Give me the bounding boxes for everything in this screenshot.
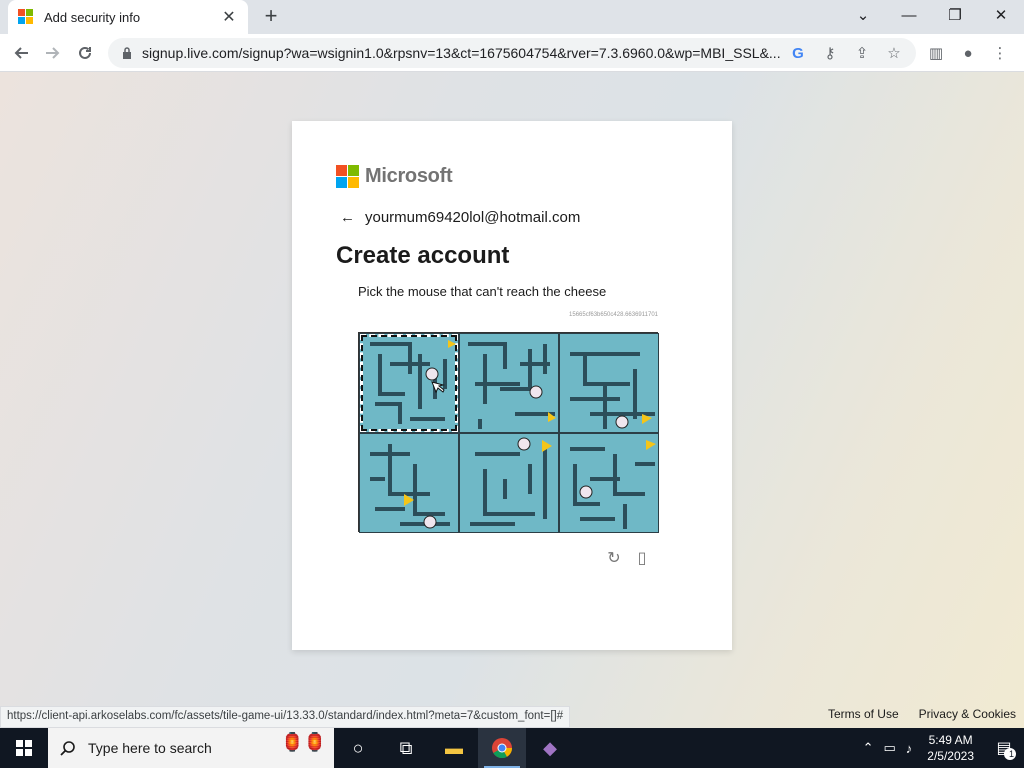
captcha-actions: ↻ ▯: [604, 548, 652, 568]
task-view-icon[interactable]: ⧉: [382, 728, 430, 768]
captcha-tile-1[interactable]: [359, 333, 459, 433]
url-text[interactable]: signup.live.com/signup?wa=wsignin1.0&rps…: [142, 45, 782, 61]
identity-banner[interactable]: ← yourmum69420lol@hotmail.com: [340, 209, 580, 226]
tab-close-icon[interactable]: ✕: [220, 7, 238, 27]
footer-links: Terms of Use Privacy & Cookies: [828, 707, 1016, 721]
new-tab-button[interactable]: +: [259, 5, 283, 29]
captcha-session-id: 15665cf63b650c428.6636911701: [569, 312, 658, 318]
brand-name: Microsoft: [365, 165, 453, 187]
browser-toolbar: signup.live.com/signup?wa=wsignin1.0&rps…: [0, 34, 1024, 72]
start-button[interactable]: [0, 728, 48, 768]
reload-button[interactable]: [72, 40, 98, 66]
profile-icon[interactable]: ●: [952, 40, 984, 66]
captcha-tile-2[interactable]: [459, 333, 559, 433]
cortana-icon[interactable]: ○: [334, 728, 382, 768]
clock[interactable]: 5:49 AM 2/5/2023: [917, 732, 984, 764]
volume-icon[interactable]: ♪: [901, 741, 918, 756]
tab-strip: Add security info ✕ + ⌄ — ❐ ✕: [0, 0, 1024, 34]
tab-search-icon[interactable]: ⌄: [840, 0, 886, 30]
captcha-tile-4[interactable]: [359, 433, 459, 533]
back-button[interactable]: [8, 40, 34, 66]
side-panel-icon[interactable]: ▥: [920, 40, 952, 66]
window-controls: ⌄ — ❐ ✕: [840, 0, 1024, 30]
captcha-tile-5[interactable]: [459, 433, 559, 533]
lantern-icon: 🏮🏮: [281, 732, 326, 752]
captcha-prompt: Pick the mouse that can't reach the chee…: [358, 284, 607, 299]
system-tray: ⌃ ▭ ♪ 5:49 AM 2/5/2023 ▤ 1: [858, 728, 1024, 768]
captcha-frame: Pick the mouse that can't reach the chee…: [358, 284, 659, 567]
microsoft-squares-icon: [336, 165, 359, 188]
search-icon: [60, 741, 75, 756]
clock-date: 2/5/2023: [927, 749, 974, 763]
audio-icon[interactable]: ▯: [632, 548, 652, 568]
close-window-button[interactable]: ✕: [978, 0, 1024, 30]
microsoft-favicon-icon: [18, 9, 34, 25]
captcha-tile-3[interactable]: [559, 333, 659, 433]
notification-badge: 1: [1004, 748, 1016, 760]
chrome-icon[interactable]: [478, 728, 526, 768]
share-icon[interactable]: ⇪: [846, 44, 878, 62]
page-background: Microsoft ← yourmum69420lol@hotmail.com …: [0, 72, 1024, 728]
arrow-right-icon: [46, 47, 60, 59]
forward-button[interactable]: [40, 40, 66, 66]
windows-taskbar: Type here to search 🏮🏮 ○ ⧉ ▬ ◆ ⌃ ▭ ♪ 5:4…: [0, 728, 1024, 768]
notification-center-icon[interactable]: ▤ 1: [984, 728, 1024, 768]
privacy-link[interactable]: Privacy & Cookies: [919, 707, 1016, 721]
clock-time: 5:49 AM: [928, 733, 973, 747]
minimize-button[interactable]: —: [886, 0, 932, 30]
network-icon[interactable]: ▭: [878, 740, 900, 756]
captcha-grid: [358, 332, 659, 533]
signup-card: Microsoft ← yourmum69420lol@hotmail.com …: [292, 121, 732, 650]
windows-logo-icon: [16, 740, 32, 756]
search-placeholder: Type here to search: [88, 740, 212, 756]
microsoft-logo: Microsoft: [336, 165, 453, 188]
tab-title: Add security info: [44, 9, 141, 25]
chevron-up-icon[interactable]: ⌃: [858, 740, 879, 756]
lock-icon[interactable]: [120, 46, 134, 60]
back-arrow-icon[interactable]: ←: [340, 209, 355, 226]
browser-tab[interactable]: Add security info ✕: [8, 0, 248, 34]
address-bar[interactable]: signup.live.com/signup?wa=wsignin1.0&rps…: [108, 38, 916, 68]
arrow-left-icon: [14, 47, 28, 59]
bookmark-star-icon[interactable]: ☆: [878, 44, 910, 62]
menu-icon[interactable]: ⋮: [984, 40, 1016, 66]
taskbar-search[interactable]: Type here to search 🏮🏮: [48, 728, 334, 768]
file-explorer-icon[interactable]: ▬: [430, 728, 478, 768]
page-title: Create account: [336, 242, 510, 269]
google-icon[interactable]: G: [782, 45, 814, 62]
terms-link[interactable]: Terms of Use: [828, 707, 899, 721]
key-icon[interactable]: ⚷: [814, 44, 846, 62]
captcha-tile-6[interactable]: [559, 433, 659, 533]
link-status-bubble: https://client-api.arkoselabs.com/fc/ass…: [0, 706, 571, 728]
refresh-icon[interactable]: ↻: [604, 548, 624, 568]
restore-button[interactable]: ❐: [932, 0, 978, 30]
account-email: yourmum69420lol@hotmail.com: [365, 209, 581, 226]
visual-studio-icon[interactable]: ◆: [526, 728, 574, 768]
reload-icon: [79, 46, 91, 59]
